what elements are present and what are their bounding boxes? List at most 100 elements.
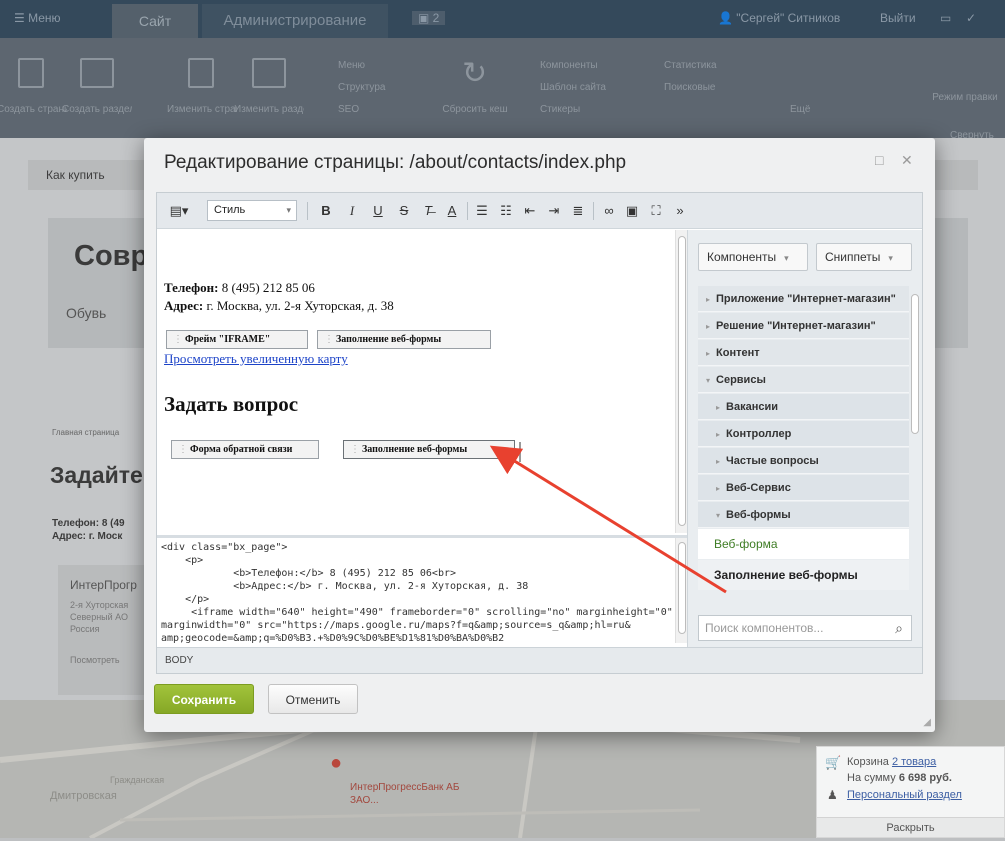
ribbon-menu[interactable]: Меню (338, 60, 365, 71)
close-icon[interactable]: ✕ (901, 152, 913, 169)
ribbon-statistics[interactable]: Статистика (664, 60, 717, 71)
tab-snippets[interactable]: Сниппеты ▾ (816, 243, 912, 271)
tree-item-controller[interactable]: ▸ Контроллер (698, 421, 910, 447)
notifications-badge[interactable]: ▣ 2 (412, 11, 446, 25)
chevron-right-icon: ▸ (706, 295, 711, 304)
visual-editor-area[interactable]: Телефон: 8 (495) 212 85 06 Адрес: г. Мос… (157, 230, 687, 533)
cancel-button[interactable]: Отменить (268, 684, 358, 714)
user-icon: ♟ (827, 788, 838, 802)
basket-sum-label: На сумму (847, 772, 896, 784)
logout-link[interactable]: Выйти (880, 11, 916, 25)
indent-icon[interactable]: ⇥ (545, 201, 563, 221)
source-scrollbar-thumb[interactable] (678, 542, 686, 634)
style-select-value: Стиль (214, 204, 246, 216)
office-card-link[interactable]: Посмотреть (70, 655, 120, 665)
tree-item-web-forms[interactable]: ▾ Веб-формы (698, 502, 910, 528)
bold-button[interactable]: B (317, 201, 335, 221)
ribbon-seo[interactable]: SEO (338, 104, 359, 115)
underline-button[interactable]: U (369, 201, 387, 221)
italic-button[interactable]: I (343, 201, 361, 221)
source-line: <b>Адрес:</b> г. Москва, ул. 2-я Хуторск… (161, 581, 529, 592)
window-icon[interactable]: ▭ (940, 11, 951, 25)
bg-phone: Телефон: 8 (49 (52, 518, 125, 529)
fullscreen-icon[interactable]: ⛶ (647, 201, 665, 221)
create-page-icon[interactable] (18, 58, 44, 88)
tab-components[interactable]: Компоненты ▾ (698, 243, 808, 271)
strike-button[interactable]: S (395, 201, 413, 221)
tree-item-vacancies[interactable]: ▸ Вакансии (698, 394, 910, 420)
ribbon-structure[interactable]: Структура (338, 82, 385, 93)
tab-site[interactable]: Сайт (112, 4, 198, 38)
ordered-list-icon[interactable]: ☰ (473, 201, 491, 221)
user-name: "Сергей" Ситников (736, 11, 841, 25)
save-button[interactable]: Сохранить (154, 684, 254, 714)
component-webform-fill[interactable]: Заполнение веб-формы (698, 560, 910, 590)
edit-mode-label[interactable]: Режим правки (930, 92, 1000, 103)
breadcrumb-item[interactable]: Как купить (46, 168, 105, 182)
tree-item-store-app[interactable]: ▸ Приложение "Интернет-магазин" (698, 286, 910, 312)
tree-item-label: Вакансии (726, 401, 778, 413)
toolbar-divider (307, 202, 308, 220)
resize-handle-icon[interactable]: ◢ (923, 717, 931, 728)
maximize-icon[interactable]: □ (875, 152, 883, 168)
image-icon[interactable]: ▣ (623, 201, 641, 221)
ribbon-site-template[interactable]: Шаблон сайта (540, 82, 606, 93)
source-scrollbar[interactable] (675, 538, 687, 643)
map-label-bank: ИнтерПрогрессБанк АБ (350, 782, 460, 793)
style-select[interactable]: Стиль ▾ (207, 200, 297, 221)
reset-cache-icon[interactable]: ↻ (462, 56, 487, 91)
tree-item-label: Сервисы (716, 374, 766, 386)
clear-format-icon[interactable]: T̶ (419, 201, 437, 221)
basket-items-link[interactable]: 2 товара (892, 756, 936, 768)
source-line: <b>Телефон:</b> 8 (495) 212 85 06<br> (161, 568, 457, 579)
unordered-list-icon[interactable]: ☷ (497, 201, 515, 221)
component-webform-2[interactable]: Заполнение веб-формы (343, 440, 515, 459)
source-line: amp;geocode=&amp;q=%D0%B3.+%D0%9C%D0%BE%… (161, 633, 505, 644)
component-iframe[interactable]: Фрейм "IFRAME" (166, 330, 308, 349)
tree-item-content[interactable]: ▸ Контент (698, 340, 910, 366)
menu-button[interactable]: ☰ Меню (14, 11, 61, 25)
tree-scrollbar-thumb[interactable] (911, 294, 919, 434)
more-tools-button[interactable]: » (671, 201, 689, 221)
view-map-link[interactable]: Просмотреть увеличенную карту (164, 351, 348, 367)
align-icon[interactable]: ≣ (569, 201, 587, 221)
personal-section-link[interactable]: Персональный раздел (847, 789, 962, 801)
tree-item-faq[interactable]: ▸ Частые вопросы (698, 448, 910, 474)
ribbon-stickers[interactable]: Стикеры (540, 104, 580, 115)
link-icon[interactable]: ∞ (599, 201, 619, 221)
create-section-icon[interactable] (80, 58, 114, 88)
view-mode-icon[interactable]: ▤▾ (165, 201, 193, 221)
visual-scrollbar[interactable] (675, 230, 687, 533)
visual-scrollbar-thumb[interactable] (678, 236, 686, 526)
map-pin-icon[interactable]: ● (330, 752, 342, 775)
edit-section-icon[interactable] (252, 58, 286, 88)
font-color-icon[interactable]: A (443, 201, 461, 221)
tree-item-store-solution[interactable]: ▸ Решение "Интернет-магазин" (698, 313, 910, 339)
basket-expand-button[interactable]: Раскрыть (817, 817, 1004, 837)
component-search-placeholder: Поиск компонентов... (705, 621, 824, 635)
element-path[interactable]: BODY (165, 655, 193, 666)
edit-page-icon[interactable] (188, 58, 214, 88)
user-menu[interactable]: 👤 "Сергей" Ситников (718, 11, 840, 25)
component-webform[interactable]: Веб-форма (698, 529, 910, 559)
tree-scrollbar[interactable] (909, 286, 921, 596)
component-search-input[interactable]: Поиск компонентов... ⌕ (698, 615, 912, 641)
chevron-right-icon: ▸ (706, 349, 711, 358)
ribbon-more[interactable]: Ещё (790, 104, 810, 115)
outdent-icon[interactable]: ⇤ (521, 201, 539, 221)
tab-admin[interactable]: Администрирование (202, 4, 388, 38)
ribbon-components[interactable]: Компоненты (540, 60, 598, 71)
pin-icon[interactable]: ✓ (966, 11, 976, 25)
tree-item-label: Контроллер (726, 428, 792, 440)
source-code-area[interactable]: <div class="bx_page"> <p> <b>Телефон:</b… (157, 535, 687, 644)
tree-item-services[interactable]: ▾ Сервисы (698, 367, 910, 393)
office-card-line1: 2-я Хуторская (70, 600, 129, 610)
hero-nav-item[interactable]: Обувь (66, 305, 106, 321)
search-icon[interactable]: ⌕ (895, 616, 903, 640)
editor-toolbar: ▤▾ Стиль ▾ B I U S T̶ A ☰ ☷ ⇤ ⇥ ≣ ∞ ▣ ⛶ … (157, 193, 922, 229)
tree-item-web-service[interactable]: ▸ Веб-Сервис (698, 475, 910, 501)
tree-item-label: Веб-Сервис (726, 482, 791, 494)
component-webform-1[interactable]: Заполнение веб-формы (317, 330, 491, 349)
component-feedback-form[interactable]: Форма обратной связи (171, 440, 319, 459)
ribbon-search-results[interactable]: Поисковые (664, 82, 715, 93)
